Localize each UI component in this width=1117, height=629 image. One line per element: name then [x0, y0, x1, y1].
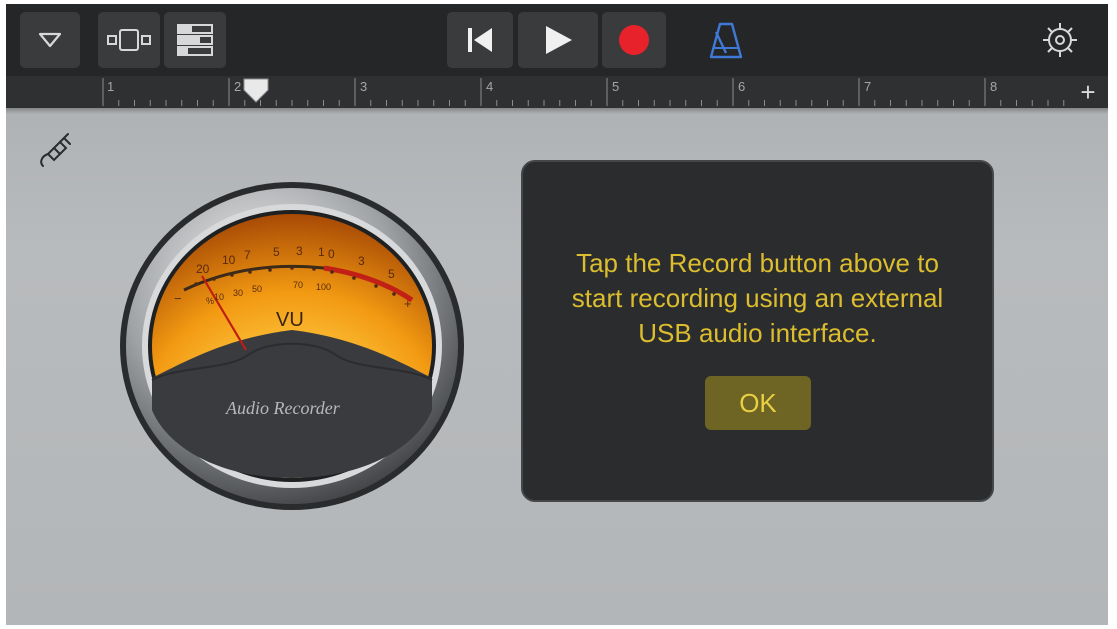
- dialog-message-line: Tap the Record button above to: [576, 248, 939, 278]
- vu-scale-label: 0: [328, 247, 335, 261]
- vu-tick-dot: [330, 270, 334, 274]
- browser-dropdown-button[interactable]: [20, 12, 80, 68]
- ruler-bar-label: 8: [990, 79, 998, 94]
- metronome-button[interactable]: [696, 12, 756, 68]
- vu-minus-label: −: [174, 291, 182, 306]
- dialog-message: Tap the Record button above to start rec…: [543, 246, 972, 351]
- vu-tick-dot: [194, 282, 198, 286]
- tracks-view-icon: [107, 29, 151, 51]
- controls-icon: [177, 24, 213, 56]
- ruler-bar-label: 3: [360, 79, 368, 94]
- vu-plus-label: +: [404, 296, 412, 311]
- vu-tick-dot: [312, 267, 316, 271]
- vu-scale-label: 50: [252, 284, 262, 294]
- metronome-icon: [709, 22, 743, 59]
- control-bar: [6, 4, 1108, 76]
- dialog-message-line: start recording using an external: [571, 283, 944, 313]
- vu-brand-label: Audio Recorder: [225, 398, 341, 418]
- vu-scale-label: 70: [293, 280, 303, 290]
- vu-scale-label: 5: [388, 267, 395, 281]
- vu-scale-label: 20: [196, 262, 210, 276]
- vu-tick-dot: [268, 268, 272, 272]
- vu-scale-label: 10: [214, 292, 224, 302]
- mixer-button[interactable]: [164, 12, 226, 68]
- input-settings-button[interactable]: [34, 126, 74, 170]
- vu-tick-dot: [392, 292, 396, 296]
- vu-tick-dot: [290, 266, 294, 270]
- vu-scale-label: 5: [273, 245, 280, 259]
- ruler-bar-label: 2: [234, 79, 242, 94]
- dialog-message-line: USB audio interface.: [638, 318, 877, 348]
- vu-tick-dot: [248, 270, 252, 274]
- vu-scale-label: 7: [244, 248, 251, 262]
- vu-tick-dot: [212, 277, 216, 281]
- playhead[interactable]: [243, 78, 269, 104]
- audio-jack-icon: [40, 133, 71, 167]
- record-icon: [619, 25, 649, 55]
- ruler-bar-label: 1: [107, 79, 115, 94]
- vu-scale-label: 1: [318, 245, 325, 259]
- triangle-down-icon: [38, 32, 62, 48]
- vu-meter: 20 10 7 5 3 1 0 3 5 % 10 30 50 70 100 − …: [118, 180, 466, 512]
- vu-scale-label: 10: [222, 253, 236, 267]
- go-to-beginning-button[interactable]: [447, 12, 513, 68]
- vu-scale-label: 100: [316, 282, 331, 292]
- ruler-shadow: [6, 108, 1108, 114]
- play-button[interactable]: [518, 12, 598, 68]
- ruler-bar-label: 7: [864, 79, 872, 94]
- ruler-bar-label: 4: [486, 79, 494, 94]
- vu-scale-label: 30: [233, 288, 243, 298]
- play-icon: [546, 26, 572, 54]
- ruler-bar-label: 5: [612, 79, 620, 94]
- ruler-ticks: 1 2 3 4 5 6 7 8: [97, 76, 1096, 108]
- settings-button[interactable]: [1030, 12, 1090, 68]
- skip-back-icon: [468, 28, 492, 52]
- track-view-button[interactable]: [98, 12, 160, 68]
- record-prompt-dialog: Tap the Record button above to start rec…: [521, 160, 994, 502]
- ok-button[interactable]: OK: [705, 376, 811, 430]
- audio-recorder-app: 1 2 3 4 5 6 7 8 + 20 10 7 5 3 1 0 3 5 % …: [6, 4, 1108, 625]
- gear-icon: [1043, 23, 1077, 57]
- vu-label: VU: [276, 309, 304, 331]
- vu-tick-dot: [352, 276, 356, 280]
- vu-scale-label: %: [206, 296, 214, 306]
- add-section-button[interactable]: +: [1074, 78, 1102, 106]
- vu-scale-label: 3: [296, 244, 303, 258]
- vu-tick-dot: [230, 273, 234, 277]
- ruler-bar-label: 6: [738, 79, 746, 94]
- vu-scale-label: 3: [358, 254, 365, 268]
- record-button[interactable]: [602, 12, 666, 68]
- vu-tick-dot: [374, 284, 378, 288]
